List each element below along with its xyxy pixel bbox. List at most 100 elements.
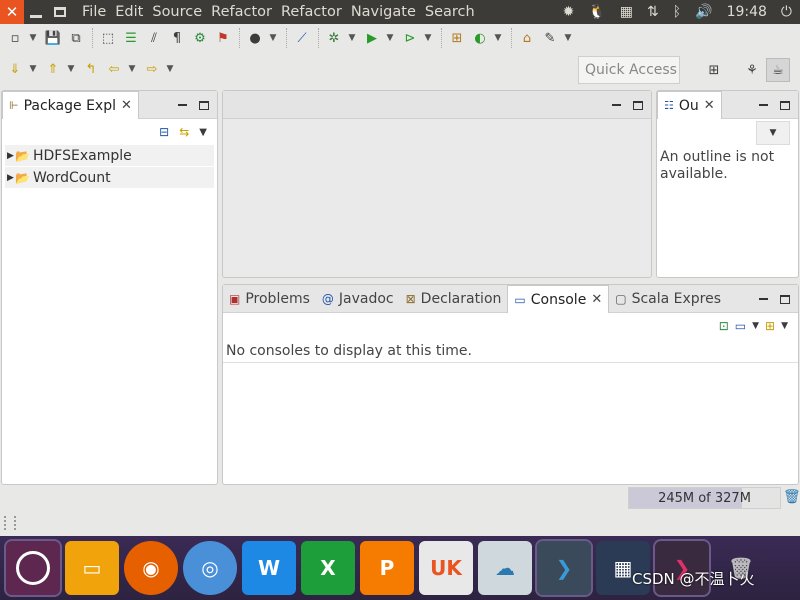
display-console-icon[interactable]: ▭ (735, 319, 746, 333)
minimize-icon[interactable] (178, 104, 187, 106)
vscode-icon[interactable]: ❯ (535, 539, 593, 597)
open-console-dropdown-icon[interactable]: ▼ (781, 321, 788, 331)
menu-refactor[interactable]: Refactor (211, 4, 272, 20)
save-icon[interactable]: 💾 (42, 27, 64, 49)
menu-source[interactable]: Source (152, 4, 202, 20)
volume-icon[interactable]: 🔊 (695, 4, 712, 20)
calendar-icon[interactable]: ▦ (620, 4, 633, 20)
tab-problems[interactable]: ▣ Problems (223, 285, 316, 312)
link-with-editor-icon[interactable]: ⇆ (179, 125, 189, 139)
forward-icon[interactable]: ⇨ (141, 58, 163, 80)
new-icon[interactable]: ▫ (4, 27, 26, 49)
software-center-icon[interactable]: UK (419, 541, 473, 595)
menu-refactor-2[interactable]: Refactor (281, 4, 342, 20)
close-icon[interactable]: ✕ (591, 292, 602, 307)
forward-dropdown-icon[interactable]: ▼ (164, 64, 176, 74)
open-task-icon[interactable]: ✎ (539, 27, 561, 49)
remmina-icon[interactable]: ☁ (478, 541, 532, 595)
scala-perspective-icon[interactable]: ⚘ (740, 58, 764, 82)
open-task-dropdown-icon[interactable]: ▼ (562, 33, 574, 43)
window-close-button[interactable]: ✕ (0, 0, 24, 24)
minimize-icon[interactable] (759, 298, 768, 300)
menu-navigate[interactable]: Navigate (351, 4, 416, 20)
tab-outline[interactable]: ☷ Ou ✕ (657, 91, 722, 119)
save-all-icon[interactable]: ⧉ (65, 27, 87, 49)
maximize-icon[interactable] (780, 100, 790, 110)
tab-scala-expressions[interactable]: ▢ Scala Expres (609, 285, 727, 312)
menu-file[interactable]: File (82, 4, 106, 20)
view-menu-icon[interactable]: ▼ (756, 121, 790, 145)
status-handle[interactable] (4, 516, 16, 530)
open-type-icon[interactable]: ⌂ (516, 27, 538, 49)
files-icon[interactable]: ▭ (65, 541, 119, 595)
tux-icon[interactable]: 🐧 (588, 4, 605, 20)
new-class-dropdown-icon[interactable]: ▼ (492, 33, 504, 43)
tree-item-project[interactable]: ▶ 📂 WordCount (5, 167, 214, 188)
toggle-block-selection-icon[interactable]: ⫽ (143, 27, 165, 49)
collapse-all-icon[interactable]: ⊟ (159, 125, 169, 139)
menu-edit[interactable]: Edit (115, 4, 143, 20)
window-maximize-button[interactable] (48, 0, 72, 24)
build-icon[interactable]: ⚙ (189, 27, 211, 49)
debug-dropdown-icon[interactable]: ▼ (346, 33, 358, 43)
skip-breakpoints-icon[interactable]: ⟋ (291, 27, 313, 49)
run-gc-icon[interactable]: 🗑 (783, 489, 800, 505)
expand-arrow-icon[interactable]: ▶ (7, 173, 15, 183)
firefox-icon[interactable]: ◉ (124, 541, 178, 595)
menu-search[interactable]: Search (425, 4, 475, 20)
new-package-icon[interactable]: ⊞ (446, 27, 468, 49)
profile-dropdown-icon[interactable]: ▼ (267, 33, 279, 43)
close-icon[interactable]: ✕ (704, 98, 715, 113)
debug-icon[interactable]: ✲ (323, 27, 345, 49)
run-icon[interactable]: ▶ (361, 27, 383, 49)
tab-declaration[interactable]: ⊠ Declaration (400, 285, 508, 312)
back-dropdown-icon[interactable]: ▼ (126, 64, 138, 74)
new-class-icon[interactable]: ◐ (469, 27, 491, 49)
minimize-icon[interactable] (759, 104, 768, 106)
java-perspective-icon[interactable]: ☕ (766, 58, 790, 82)
chromium-icon[interactable]: ◎ (183, 541, 237, 595)
show-whitespace-icon[interactable]: ¶ (166, 27, 188, 49)
expand-arrow-icon[interactable]: ▶ (7, 151, 15, 161)
next-annotation-dropdown-icon[interactable]: ▼ (27, 64, 39, 74)
network-icon[interactable]: ⇅ (647, 4, 659, 20)
minimize-icon[interactable] (612, 104, 621, 106)
power-icon[interactable]: ⏻ (781, 4, 792, 20)
quick-access-input[interactable]: Quick Access (578, 56, 680, 84)
new-dropdown-icon[interactable]: ▼ (27, 33, 39, 43)
tab-package-explorer[interactable]: ⊩ Package Expl ✕ (2, 91, 139, 119)
window-minimize-button[interactable] (24, 0, 48, 24)
tab-javadoc[interactable]: @ Javadoc (316, 285, 400, 312)
external-tools-icon[interactable]: ⚑ (212, 27, 234, 49)
clock[interactable]: 19:48 (727, 4, 767, 20)
pin-console-icon[interactable]: ⊡ (719, 319, 729, 333)
close-icon[interactable]: ✕ (121, 98, 132, 113)
next-annotation-icon[interactable]: ⇓ (4, 58, 26, 80)
maximize-icon[interactable] (780, 294, 790, 304)
back-icon[interactable]: ⇦ (103, 58, 125, 80)
tab-console[interactable]: ▭ Console ✕ (507, 285, 610, 313)
previous-annotation-dropdown-icon[interactable]: ▼ (65, 64, 77, 74)
display-console-dropdown-icon[interactable]: ▼ (752, 321, 759, 331)
view-menu-icon[interactable]: ▼ (199, 127, 207, 138)
maximize-icon[interactable] (199, 100, 209, 110)
ubuntu-logo-icon[interactable] (4, 539, 62, 597)
calc-icon[interactable]: X (301, 541, 355, 595)
profile-icon[interactable]: ● (244, 27, 266, 49)
maximize-icon[interactable] (633, 100, 643, 110)
weather-icon[interactable]: ✹ (563, 4, 575, 20)
run-external-dropdown-icon[interactable]: ▼ (422, 33, 434, 43)
toggle-mark-occurrences-icon[interactable]: ☰ (120, 27, 142, 49)
heap-status[interactable]: 245M of 327M (628, 487, 781, 509)
impress-icon[interactable]: P (360, 541, 414, 595)
tree-item-project[interactable]: ▶ 📂 HDFSExample (5, 145, 214, 166)
bluetooth-icon[interactable]: ᛒ (673, 4, 681, 20)
last-edit-location-icon[interactable]: ↰ (80, 58, 102, 80)
open-perspective-icon[interactable]: ⊞ (702, 58, 726, 82)
open-console-icon[interactable]: ⊞ (765, 319, 775, 333)
previous-annotation-icon[interactable]: ⇑ (42, 58, 64, 80)
run-dropdown-icon[interactable]: ▼ (384, 33, 396, 43)
toggle-breadcrumb-icon[interactable]: ⬚ (97, 27, 119, 49)
writer-icon[interactable]: W (242, 541, 296, 595)
run-external-icon[interactable]: ⊳ (399, 27, 421, 49)
